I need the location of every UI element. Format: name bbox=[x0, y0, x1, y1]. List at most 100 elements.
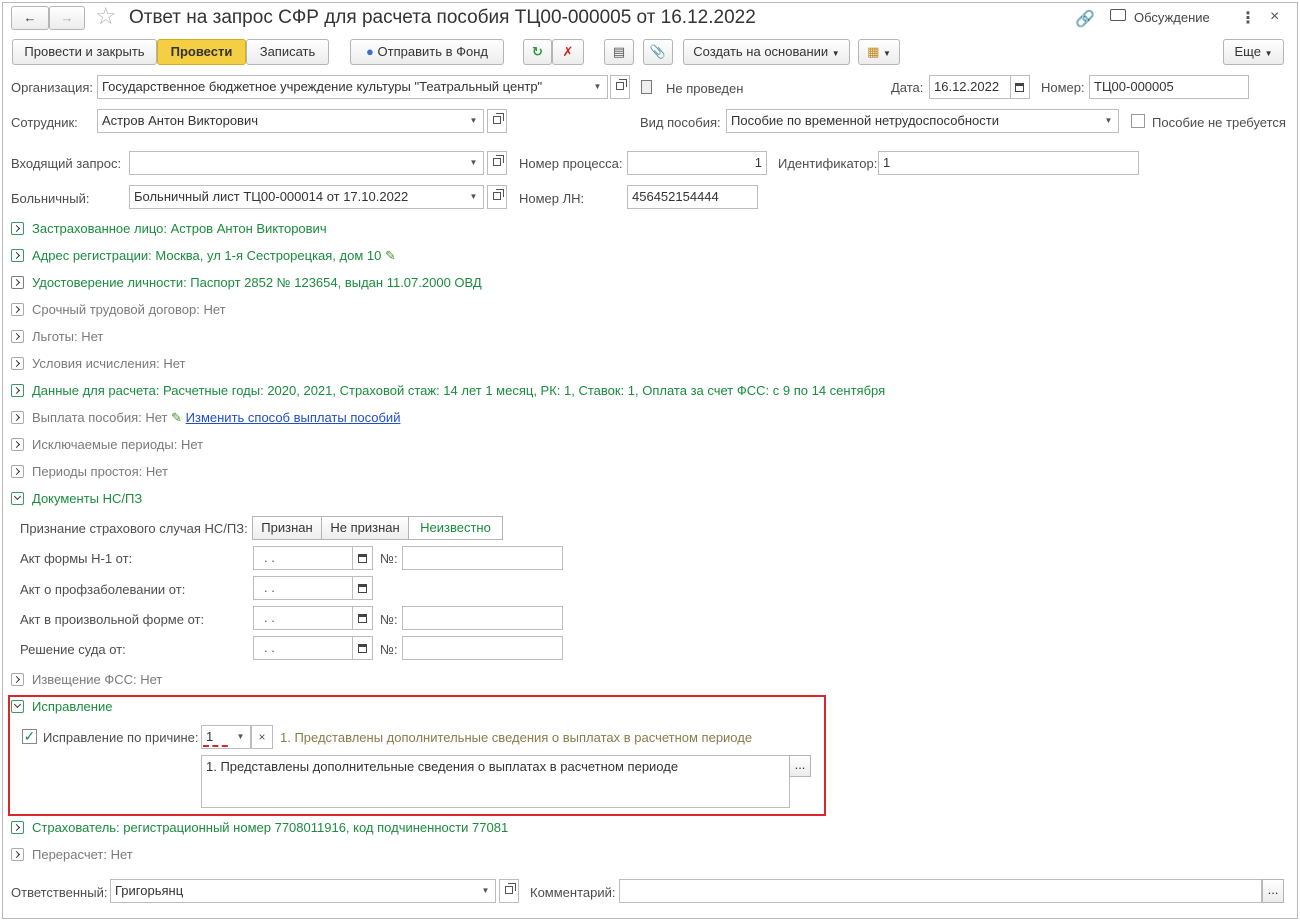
correction-checkbox[interactable]: ✓ bbox=[22, 729, 37, 744]
discussion-icon[interactable] bbox=[1110, 9, 1126, 21]
section-downtime[interactable]: Периоды простоя: Нет bbox=[11, 464, 168, 482]
edit-pencil-icon[interactable]: ✎ bbox=[385, 248, 396, 263]
send-to-fund-button[interactable]: ● Отправить в Фонд bbox=[350, 39, 504, 65]
incoming-request-field[interactable] bbox=[129, 151, 465, 175]
employee-field[interactable]: Астров Антон Викторович bbox=[97, 109, 465, 133]
section-identity[interactable]: Удостоверение личности: Паспорт 2852 № 1… bbox=[11, 275, 482, 293]
post-and-close-button[interactable]: Провести и закрыть bbox=[12, 39, 157, 65]
responsible-field[interactable]: Григорьянц bbox=[110, 879, 477, 903]
ln-number-field[interactable]: 456452154444 bbox=[627, 185, 758, 209]
incoming-request-dropdown-button[interactable]: ▼ bbox=[464, 151, 484, 175]
calendar-icon bbox=[1015, 83, 1024, 92]
memo-select-button[interactable]: ... bbox=[789, 755, 811, 777]
court-calendar-button[interactable] bbox=[353, 636, 373, 660]
more-menu-button[interactable]: Еще ▼ bbox=[1223, 39, 1284, 65]
benefit-type-field[interactable]: Пособие по временной нетрудоспособности bbox=[726, 109, 1100, 133]
section-docs[interactable]: Документы НС/ПЗ bbox=[11, 491, 142, 509]
refresh-button[interactable]: ↻ bbox=[523, 39, 552, 65]
comment-field[interactable] bbox=[619, 879, 1262, 903]
expand-icon bbox=[11, 249, 24, 263]
favorite-star-icon[interactable]: ☆ bbox=[95, 4, 117, 30]
responsible-open-button[interactable] bbox=[499, 879, 519, 903]
section-conditions[interactable]: Условия исчисления: Нет bbox=[11, 356, 185, 374]
section-excluded-periods[interactable]: Исключаемые периоды: Нет bbox=[11, 437, 203, 455]
calendar-icon bbox=[358, 584, 367, 593]
link-icon[interactable]: 🔗 bbox=[1075, 9, 1095, 29]
org-field[interactable]: Государственное бюджетное учреждение кул… bbox=[97, 75, 589, 99]
window-title: Ответ на запрос СФР для расчета пособия … bbox=[129, 7, 756, 28]
seg-recognized[interactable]: Признан bbox=[252, 516, 322, 540]
correction-reason-dropdown-button[interactable]: ▼ bbox=[231, 725, 251, 749]
more-vert-icon[interactable]: ⋮ bbox=[1240, 8, 1256, 28]
expand-icon bbox=[11, 848, 24, 862]
act-n1-calendar-button[interactable] bbox=[353, 546, 373, 570]
act-free-calendar-button[interactable] bbox=[353, 606, 373, 630]
section-contract[interactable]: Срочный трудовой договор: Нет bbox=[11, 302, 226, 320]
change-payment-method-link[interactable]: Изменить способ выплаты пособий bbox=[186, 410, 401, 425]
number-field[interactable]: ТЦ00-000005 bbox=[1089, 75, 1249, 99]
act-prof-date-field[interactable]: . . bbox=[253, 576, 353, 600]
identifier-field[interactable]: 1 bbox=[878, 151, 1139, 175]
globe-icon: ● bbox=[366, 44, 374, 59]
correction-memo-field[interactable]: 1. Представлены дополнительные сведения … bbox=[201, 755, 790, 808]
act-n1-date-field[interactable]: . . bbox=[253, 546, 353, 570]
process-number-label: Номер процесса: bbox=[519, 156, 623, 171]
section-insurer[interactable]: Страхователь: регистрационный номер 7708… bbox=[11, 820, 508, 838]
expand-icon bbox=[11, 411, 24, 425]
expand-icon bbox=[11, 384, 24, 398]
sick-leave-open-button[interactable] bbox=[487, 185, 507, 209]
discussion-button[interactable]: Обсуждение bbox=[1134, 10, 1210, 25]
act-n1-number-field[interactable] bbox=[402, 546, 563, 570]
save-button[interactable]: Записать bbox=[246, 39, 329, 65]
date-calendar-button[interactable] bbox=[1010, 75, 1030, 99]
act-free-date-field[interactable]: . . bbox=[253, 606, 353, 630]
clear-posting-button[interactable]: ✗ bbox=[552, 39, 584, 65]
date-label: Дата: bbox=[891, 80, 924, 95]
employee-dropdown-button[interactable]: ▼ bbox=[464, 109, 484, 133]
act-prof-calendar-button[interactable] bbox=[353, 576, 373, 600]
create-based-on-button[interactable]: Создать на основании ▼ bbox=[683, 39, 850, 65]
sick-leave-field[interactable]: Больничный лист ТЦ00-000014 от 17.10.202… bbox=[129, 185, 465, 209]
seg-not-recognized[interactable]: Не признан bbox=[321, 516, 409, 540]
calendar-icon bbox=[358, 554, 367, 563]
section-benefits[interactable]: Льготы: Нет bbox=[11, 329, 103, 347]
employee-open-button[interactable] bbox=[487, 109, 507, 133]
court-date-field[interactable]: . . bbox=[253, 636, 353, 660]
section-fss-notice[interactable]: Извещение ФСС: Нет bbox=[11, 672, 162, 690]
org-open-button[interactable] bbox=[610, 75, 630, 99]
benefit-type-dropdown-button[interactable]: ▼ bbox=[1099, 109, 1119, 133]
identifier-label: Идентификатор: bbox=[778, 156, 878, 171]
print-menu-button[interactable]: ▦ ▼ bbox=[858, 39, 900, 65]
org-dropdown-button[interactable]: ▼ bbox=[588, 75, 608, 99]
send-to-fund-label: Отправить в Фонд bbox=[377, 44, 488, 59]
seg-unknown[interactable]: Неизвестно bbox=[408, 516, 503, 540]
forward-button[interactable]: → bbox=[49, 6, 85, 30]
responsible-dropdown-button[interactable]: ▼ bbox=[476, 879, 496, 903]
section-correction-label: Исправление bbox=[32, 699, 113, 714]
section-insured-person[interactable]: Застрахованное лицо: Астров Антон Виктор… bbox=[11, 221, 327, 239]
back-button[interactable]: ← bbox=[11, 6, 49, 30]
court-number-field[interactable] bbox=[402, 636, 563, 660]
incoming-request-open-button[interactable] bbox=[487, 151, 507, 175]
section-correction[interactable]: Исправление bbox=[11, 699, 112, 717]
more-menu-label: Еще bbox=[1234, 44, 1261, 59]
journal-button[interactable]: ▤ bbox=[604, 39, 634, 65]
document-status-icon bbox=[641, 80, 652, 94]
date-field[interactable]: 16.12.2022 bbox=[929, 75, 1011, 99]
post-button[interactable]: Провести bbox=[157, 39, 246, 65]
correction-reason-clear-button[interactable]: × bbox=[251, 725, 273, 749]
comment-select-button[interactable]: ... bbox=[1262, 879, 1284, 903]
section-address[interactable]: Адрес регистрации: Москва, ул 1-я Сестро… bbox=[11, 248, 396, 266]
chevron-down-icon: ▼ bbox=[1264, 49, 1273, 58]
section-calc-data[interactable]: Данные для расчета: Расчетные годы: 2020… bbox=[11, 383, 885, 401]
section-recalc[interactable]: Перерасчет: Нет bbox=[11, 847, 133, 865]
attachment-button[interactable]: 📎 bbox=[643, 39, 673, 65]
benefit-not-required-checkbox[interactable] bbox=[1131, 114, 1145, 128]
sick-leave-dropdown-button[interactable]: ▼ bbox=[464, 185, 484, 209]
act-free-label: Акт в произвольной форме от: bbox=[20, 612, 205, 627]
section-payment[interactable]: Выплата пособия: Нет ✎ Изменить способ в… bbox=[11, 410, 400, 428]
benefit-not-required-label: Пособие не требуется bbox=[1152, 115, 1286, 130]
act-free-number-field[interactable] bbox=[402, 606, 563, 630]
process-number-field[interactable]: 1 bbox=[627, 151, 767, 175]
close-icon[interactable]: × bbox=[1270, 8, 1279, 26]
